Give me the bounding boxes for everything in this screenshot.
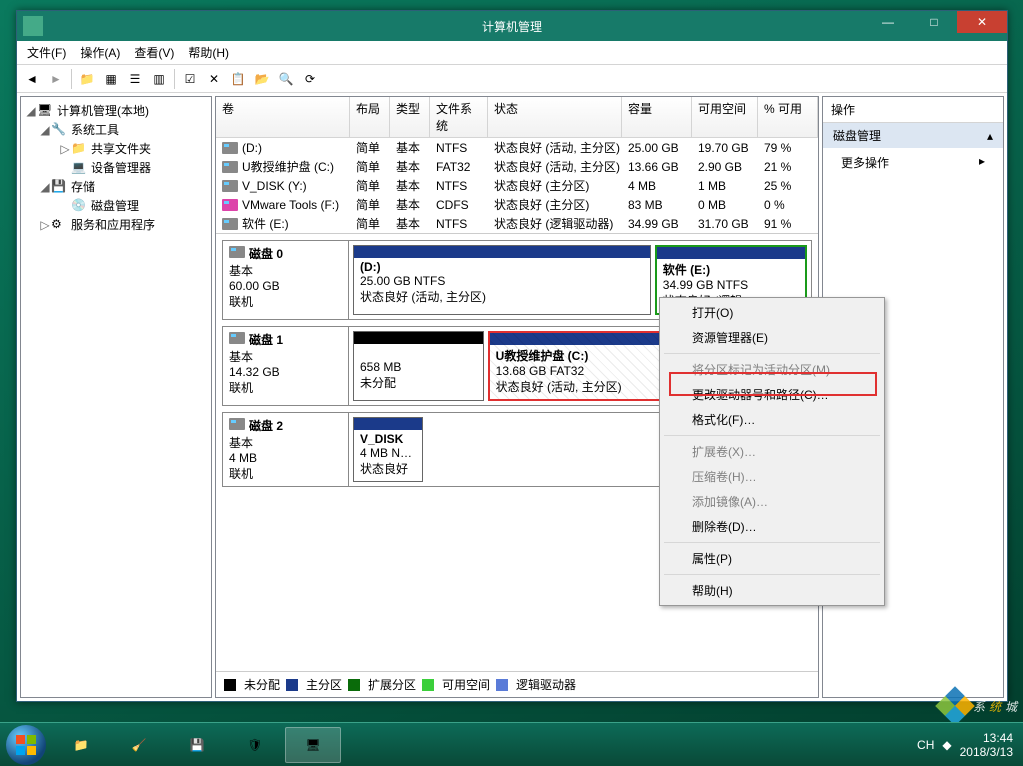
tree-root[interactable]: ◢🖥计算机管理(本地) xyxy=(25,101,207,120)
actions-more[interactable]: 更多操作▸ xyxy=(823,148,1003,177)
col-capacity[interactable]: 容量 xyxy=(622,97,692,137)
window-title: 计算机管理 xyxy=(17,18,1007,35)
disk-label: 磁盘 2基本4 MB联机 xyxy=(223,413,349,486)
menu-file[interactable]: 文件(F) xyxy=(21,42,72,63)
partition-d[interactable]: (D:)25.00 GB NTFS状态良好 (活动, 主分区) xyxy=(353,245,651,315)
view-detail-button[interactable]: ☰ xyxy=(124,68,146,90)
toolbar: ◄ ► 📁 ▦ ☰ ▥ ☑ ✕ 📋 📂 🔍 ⟳ xyxy=(17,65,1007,93)
drive-icon xyxy=(222,218,238,230)
disk-label: 磁盘 0基本60.00 GB联机 xyxy=(223,241,349,319)
maximize-button[interactable]: □ xyxy=(911,11,957,33)
volume-row[interactable]: U教授维护盘 (C:)简单基本FAT32状态良好 (活动, 主分区)13.66 … xyxy=(216,157,818,176)
action-button[interactable]: 📋 xyxy=(227,68,249,90)
drive-icon xyxy=(222,161,238,173)
collapse-icon: ▴ xyxy=(987,129,993,143)
cm-delete[interactable]: 删除卷(D)… xyxy=(662,514,882,539)
minimize-button[interactable]: — xyxy=(865,11,911,33)
volume-row[interactable]: VMware Tools (F:)简单基本CDFS状态良好 (主分区)83 MB… xyxy=(216,195,818,214)
cm-mirror: 添加镜像(A)… xyxy=(662,489,882,514)
taskbar-item[interactable]: 💾 xyxy=(169,727,225,763)
windows-logo-icon xyxy=(14,733,38,757)
actions-title: 操作 xyxy=(823,97,1003,123)
open-button[interactable]: 📂 xyxy=(251,68,273,90)
close-button[interactable]: ✕ xyxy=(957,11,1007,33)
grid-header: 卷 布局 类型 文件系统 状态 容量 可用空间 % 可用 xyxy=(216,97,818,138)
partition-vdisk[interactable]: V_DISK4 MB N…状态良好 xyxy=(353,417,423,482)
tray-icon[interactable]: ◆ xyxy=(942,738,951,752)
cm-help[interactable]: 帮助(H) xyxy=(662,578,882,603)
taskbar-item[interactable]: 📁 xyxy=(53,727,109,763)
tree-system-tools[interactable]: ◢🔧系统工具 xyxy=(25,120,207,139)
actions-section[interactable]: 磁盘管理▴ xyxy=(823,123,1003,148)
search-button[interactable]: 🔍 xyxy=(275,68,297,90)
highlight-box xyxy=(669,372,877,396)
taskbar-item[interactable]: 🛡 xyxy=(227,727,283,763)
menu-help[interactable]: 帮助(H) xyxy=(182,42,235,63)
cm-properties[interactable]: 属性(P) xyxy=(662,546,882,571)
col-volume[interactable]: 卷 xyxy=(216,97,350,137)
cm-extend: 扩展卷(X)… xyxy=(662,439,882,464)
tree-disk-management[interactable]: 💿磁盘管理 xyxy=(25,196,207,215)
disk-label: 磁盘 1基本14.32 GB联机 xyxy=(223,327,349,405)
delete-button[interactable]: ✕ xyxy=(203,68,225,90)
drive-icon xyxy=(222,180,238,192)
tree-device-manager[interactable]: 💻设备管理器 xyxy=(25,158,207,177)
taskbar-item-active[interactable]: 🖥 xyxy=(285,727,341,763)
system-tray[interactable]: CH ◆ 13:442018/3/13 xyxy=(917,731,1017,759)
drive-icon xyxy=(222,142,238,154)
navigation-tree[interactable]: ◢🖥计算机管理(本地) ◢🔧系统工具 ▷📁共享文件夹 💻设备管理器 ◢💾存储 💿… xyxy=(20,96,212,698)
back-button[interactable]: ◄ xyxy=(21,68,43,90)
legend: 未分配 主分区 扩展分区 可用空间 逻辑驱动器 xyxy=(216,671,818,697)
partition-unallocated[interactable]: 658 MB未分配 xyxy=(353,331,484,401)
context-menu: 打开(O) 资源管理器(E) 将分区标记为活动分区(M) 更改驱动器号和路径(C… xyxy=(659,297,885,606)
chevron-right-icon: ▸ xyxy=(979,154,985,168)
tree-services[interactable]: ▷⚙服务和应用程序 xyxy=(25,215,207,234)
col-filesystem[interactable]: 文件系统 xyxy=(430,97,488,137)
taskbar[interactable]: 📁 🧹 💾 🛡 🖥 CH ◆ 13:442018/3/13 xyxy=(0,722,1023,766)
cm-open[interactable]: 打开(O) xyxy=(662,300,882,325)
col-percent[interactable]: % 可用 xyxy=(758,97,818,137)
title-bar[interactable]: 计算机管理 — □ ✕ xyxy=(17,11,1007,41)
view-tile-button[interactable]: ▥ xyxy=(148,68,170,90)
menu-view[interactable]: 查看(V) xyxy=(128,42,180,63)
ime-indicator[interactable]: CH xyxy=(917,738,934,752)
col-free[interactable]: 可用空间 xyxy=(692,97,758,137)
volume-grid[interactable]: 卷 布局 类型 文件系统 状态 容量 可用空间 % 可用 (D:)简单基本NTF… xyxy=(216,97,818,234)
start-button[interactable] xyxy=(6,725,46,765)
cd-icon xyxy=(222,199,238,211)
menu-bar: 文件(F) 操作(A) 查看(V) 帮助(H) xyxy=(17,41,1007,65)
up-button[interactable]: 📁 xyxy=(76,68,98,90)
forward-button[interactable]: ► xyxy=(45,68,67,90)
tree-shared-folders[interactable]: ▷📁共享文件夹 xyxy=(25,139,207,158)
clock[interactable]: 13:442018/3/13 xyxy=(960,731,1013,759)
refresh-button[interactable]: ⟳ xyxy=(299,68,321,90)
tree-storage[interactable]: ◢💾存储 xyxy=(25,177,207,196)
cm-format[interactable]: 格式化(F)… xyxy=(662,407,882,432)
cm-explorer[interactable]: 资源管理器(E) xyxy=(662,325,882,350)
volume-row[interactable]: 软件 (E:)简单基本NTFS状态良好 (逻辑驱动器)34.99 GB31.70… xyxy=(216,214,818,233)
col-type[interactable]: 类型 xyxy=(390,97,430,137)
cm-shrink: 压缩卷(H)… xyxy=(662,464,882,489)
view-list-button[interactable]: ▦ xyxy=(100,68,122,90)
col-layout[interactable]: 布局 xyxy=(350,97,390,137)
volume-row[interactable]: (D:)简单基本NTFS状态良好 (活动, 主分区)25.00 GB19.70 … xyxy=(216,138,818,157)
taskbar-item[interactable]: 🧹 xyxy=(111,727,167,763)
volume-row[interactable]: V_DISK (Y:)简单基本NTFS状态良好 (主分区)4 MB1 MB25 … xyxy=(216,176,818,195)
menu-action[interactable]: 操作(A) xyxy=(74,42,126,63)
col-status[interactable]: 状态 xyxy=(488,97,622,137)
properties-button[interactable]: ☑ xyxy=(179,68,201,90)
